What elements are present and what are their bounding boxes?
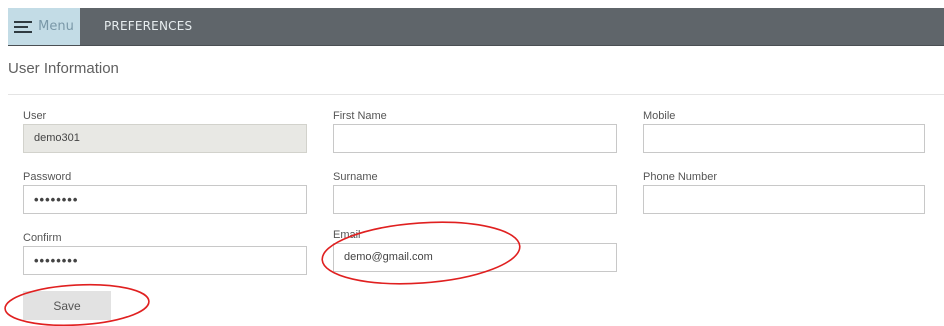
menu-label: Menu <box>38 19 74 34</box>
user-field: demo301 <box>23 124 307 153</box>
app-root: Menu PREFERENCES User Information User d… <box>0 0 944 326</box>
user-label: User <box>23 110 47 122</box>
section-title: User Information <box>8 60 119 77</box>
menu-button[interactable]: Menu <box>8 8 80 45</box>
mobile-field[interactable] <box>643 124 925 153</box>
password-field[interactable]: •••••••• <box>23 185 307 214</box>
phone-number-field[interactable] <box>643 185 925 214</box>
section-divider <box>8 94 944 95</box>
hamburger-menu-icon <box>14 20 33 34</box>
email-label: Email <box>333 229 361 241</box>
email-field[interactable]: demo@gmail.com <box>333 243 617 272</box>
top-nav-bar: Menu PREFERENCES <box>8 8 944 46</box>
password-label: Password <box>23 171 72 183</box>
confirm-password-field[interactable]: •••••••• <box>23 246 307 275</box>
surname-label: Surname <box>333 171 378 183</box>
tab-preferences[interactable]: PREFERENCES <box>104 8 192 45</box>
mobile-label: Mobile <box>643 110 676 122</box>
annotation-overlay <box>4 221 521 326</box>
first-name-label: First Name <box>333 110 387 122</box>
save-button[interactable]: Save <box>23 291 111 320</box>
first-name-field[interactable] <box>333 124 617 153</box>
confirm-label: Confirm <box>23 232 62 244</box>
phone-number-label: Phone Number <box>643 171 717 183</box>
surname-field[interactable] <box>333 185 617 214</box>
